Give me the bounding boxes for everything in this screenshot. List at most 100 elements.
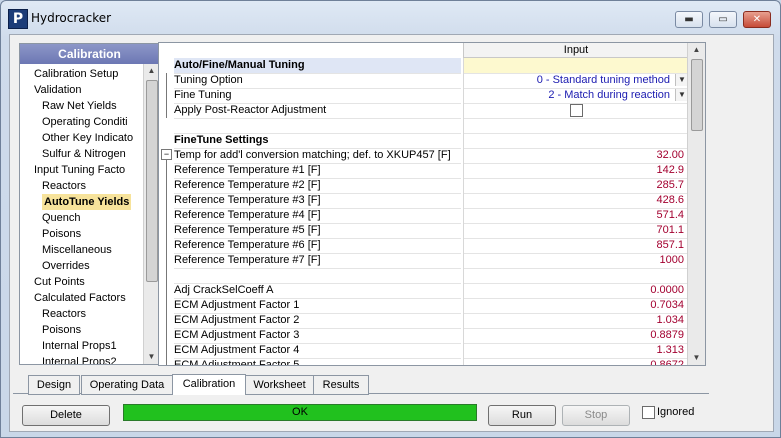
row-label: Apply Post-Reactor Adjustment bbox=[174, 103, 461, 119]
tree-item[interactable]: Internal Props1 bbox=[42, 338, 117, 354]
row-label: Auto/Fine/Manual Tuning bbox=[174, 58, 461, 74]
collapse-icon[interactable]: − bbox=[161, 149, 172, 160]
tree-header: Calibration bbox=[20, 44, 159, 64]
close-button[interactable]: ✕ bbox=[743, 11, 771, 28]
tree-item[interactable]: Internal Props2 bbox=[42, 354, 117, 364]
grid-row: Adj CrackSelCoeff A 0.0000 bbox=[159, 283, 688, 299]
row-value bbox=[463, 268, 688, 284]
row-value[interactable]: 571.4 bbox=[463, 208, 688, 224]
row-value[interactable]: 1000 bbox=[463, 253, 688, 269]
tree-item[interactable]: Calibration Setup bbox=[34, 66, 118, 82]
tree-item[interactable]: Sulfur & Nitrogen bbox=[42, 146, 126, 162]
title-bar[interactable]: P Hydrocracker ▬ ▭ ✕ bbox=[1, 1, 780, 35]
row-value[interactable]: 0 - Standard tuning method ▼ bbox=[463, 73, 688, 89]
grid-row: Temp for add'l conversion matching; def.… bbox=[159, 148, 688, 164]
tree-item[interactable]: Other Key Indicato bbox=[42, 130, 133, 146]
tab-calibration[interactable]: Calibration bbox=[172, 374, 246, 395]
grid-row: Auto/Fine/Manual Tuning bbox=[159, 58, 688, 74]
scroll-down-icon[interactable]: ▼ bbox=[688, 351, 705, 365]
grid-row: ECM Adjustment Factor 4 1.313 bbox=[159, 343, 688, 359]
run-button[interactable]: Run bbox=[488, 405, 556, 426]
tuning-grid: Input Auto/Fine/Manual Tuning Tuning Opti… bbox=[158, 42, 706, 366]
tree-item[interactable]: Operating Conditi bbox=[42, 114, 128, 130]
grid-row: Reference Temperature #3 [F] 428.6 bbox=[159, 193, 688, 209]
app-icon: P bbox=[8, 9, 28, 29]
row-value[interactable]: 428.6 bbox=[463, 193, 688, 209]
minimize-button[interactable]: ▬ bbox=[675, 11, 703, 28]
main-window: P Hydrocracker ▬ ▭ ✕ Calibration Calibra… bbox=[0, 0, 781, 438]
row-value[interactable]: 857.1 bbox=[463, 238, 688, 254]
row-value[interactable]: 0.0000 bbox=[463, 283, 688, 299]
row-label: Temp for add'l conversion matching; def.… bbox=[174, 148, 461, 164]
tree-item[interactable]: Raw Net Yields bbox=[42, 98, 117, 114]
grid-row: Reference Temperature #5 [F] 701.1 bbox=[159, 223, 688, 239]
row-value[interactable]: 0.7034 bbox=[463, 298, 688, 314]
scroll-up-icon[interactable]: ▲ bbox=[144, 64, 159, 78]
tree-item[interactable]: Reactors bbox=[42, 306, 86, 322]
delete-button[interactable]: Delete bbox=[22, 405, 110, 426]
tree-item[interactable]: Quench bbox=[42, 210, 81, 226]
grid-row: FineTune Settings bbox=[159, 133, 688, 149]
row-value[interactable] bbox=[463, 103, 688, 119]
navigation-tree: Calibration Calibration Setup Validation R… bbox=[19, 43, 160, 365]
status-bar: OK bbox=[123, 404, 477, 421]
tree-item[interactable]: Calculated Factors bbox=[34, 290, 126, 306]
row-label: Reference Temperature #4 [F] bbox=[174, 208, 461, 224]
scroll-down-icon[interactable]: ▼ bbox=[144, 350, 159, 364]
stop-button[interactable]: Stop bbox=[562, 405, 630, 426]
scroll-up-icon[interactable]: ▲ bbox=[688, 43, 705, 57]
row-value[interactable]: 32.00 bbox=[463, 148, 688, 164]
row-label: ECM Adjustment Factor 3 bbox=[174, 328, 461, 344]
tree-item[interactable]: Reactors bbox=[42, 178, 86, 194]
grid-row: Reference Temperature #7 [F] 1000 bbox=[159, 253, 688, 269]
tab-results[interactable]: Results bbox=[313, 375, 369, 395]
row-label: Reference Temperature #1 [F] bbox=[174, 163, 461, 179]
row-label bbox=[174, 268, 461, 284]
tree-item[interactable]: Poisons bbox=[42, 226, 81, 242]
ignored-label: Ignored bbox=[657, 406, 695, 418]
row-value[interactable]: 0.8879 bbox=[463, 328, 688, 344]
row-label: ECM Adjustment Factor 5 bbox=[174, 358, 461, 365]
tree-item[interactable]: Overrides bbox=[42, 258, 90, 274]
row-label: ECM Adjustment Factor 1 bbox=[174, 298, 461, 314]
row-value[interactable] bbox=[463, 58, 688, 74]
row-value bbox=[463, 118, 688, 134]
tree-item[interactable]: AutoTune Yields bbox=[42, 194, 132, 210]
grid-scrollbar[interactable]: ▲ ▼ bbox=[687, 43, 705, 365]
tree-scroll-thumb[interactable] bbox=[146, 80, 158, 282]
row-value[interactable]: 285.7 bbox=[463, 178, 688, 194]
grid-row: ECM Adjustment Factor 5 0.8672 bbox=[159, 358, 688, 365]
dropdown-value[interactable]: 2 - Match during reaction bbox=[548, 89, 670, 101]
grid-row: Reference Temperature #1 [F] 142.9 bbox=[159, 163, 688, 179]
ignored-checkbox[interactable] bbox=[642, 406, 655, 419]
restore-button[interactable]: ▭ bbox=[709, 11, 737, 28]
grid-row bbox=[159, 118, 688, 134]
tree-item[interactable]: Cut Points bbox=[34, 274, 85, 290]
tab-design[interactable]: Design bbox=[28, 375, 80, 395]
input-column-header: Input bbox=[463, 43, 688, 58]
row-label: Reference Temperature #3 [F] bbox=[174, 193, 461, 209]
tree-item[interactable]: Miscellaneous bbox=[42, 242, 112, 258]
row-value[interactable]: 2 - Match during reaction ▼ bbox=[463, 88, 688, 104]
tree-item[interactable]: Validation bbox=[34, 82, 82, 98]
tab-worksheet[interactable]: Worksheet bbox=[245, 375, 314, 395]
row-value[interactable]: 0.8672 bbox=[463, 358, 688, 365]
grid-scroll-thumb[interactable] bbox=[691, 59, 703, 131]
post-reactor-checkbox[interactable] bbox=[570, 104, 583, 117]
tab-operating-data[interactable]: Operating Data bbox=[81, 375, 173, 395]
tree-scrollbar[interactable]: ▲ ▼ bbox=[143, 64, 159, 364]
tree-item[interactable]: Poisons bbox=[42, 322, 81, 338]
row-value[interactable]: 1.034 bbox=[463, 313, 688, 329]
grid-row: ECM Adjustment Factor 3 0.8879 bbox=[159, 328, 688, 344]
group-line bbox=[166, 73, 167, 118]
row-value[interactable]: 142.9 bbox=[463, 163, 688, 179]
row-value[interactable]: 1.313 bbox=[463, 343, 688, 359]
grid-row bbox=[159, 268, 688, 284]
window-title: Hydrocracker bbox=[31, 11, 112, 25]
row-label: Fine Tuning bbox=[174, 88, 461, 104]
grid-row: Reference Temperature #2 [F] 285.7 bbox=[159, 178, 688, 194]
dropdown-value[interactable]: 0 - Standard tuning method bbox=[537, 74, 670, 86]
tree-item[interactable]: Input Tuning Facto bbox=[34, 162, 125, 178]
row-label: Tuning Option bbox=[174, 73, 461, 89]
row-value[interactable]: 701.1 bbox=[463, 223, 688, 239]
